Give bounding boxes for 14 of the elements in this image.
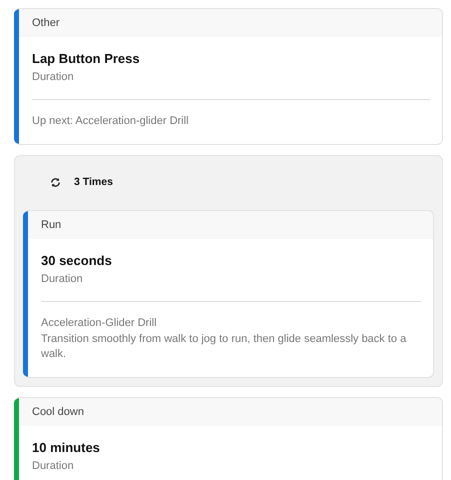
- step-subtitle: Duration: [41, 273, 84, 285]
- step-title: 30 seconds: [41, 253, 113, 268]
- step-subtitle: Duration: [32, 71, 75, 83]
- repeat-count: 3 Times: [74, 176, 113, 188]
- step-subtitle: Duration: [32, 460, 75, 472]
- step-title: Lap Button Press: [32, 51, 141, 66]
- step-note: Acceleration-Glider Drill: [41, 316, 158, 331]
- step-note: Up next: Acceleration-glider Drill: [32, 114, 190, 129]
- step-note: Transition smoothly from walk to jog to run, then glide seamlessly back to a walk.: [41, 332, 408, 362]
- repeat-icon: [50, 176, 61, 188]
- step-category: Run: [28, 211, 433, 239]
- step-title: 10 minutes: [32, 440, 101, 455]
- step-category: Other: [19, 9, 442, 37]
- step-category: Cool down: [19, 398, 442, 426]
